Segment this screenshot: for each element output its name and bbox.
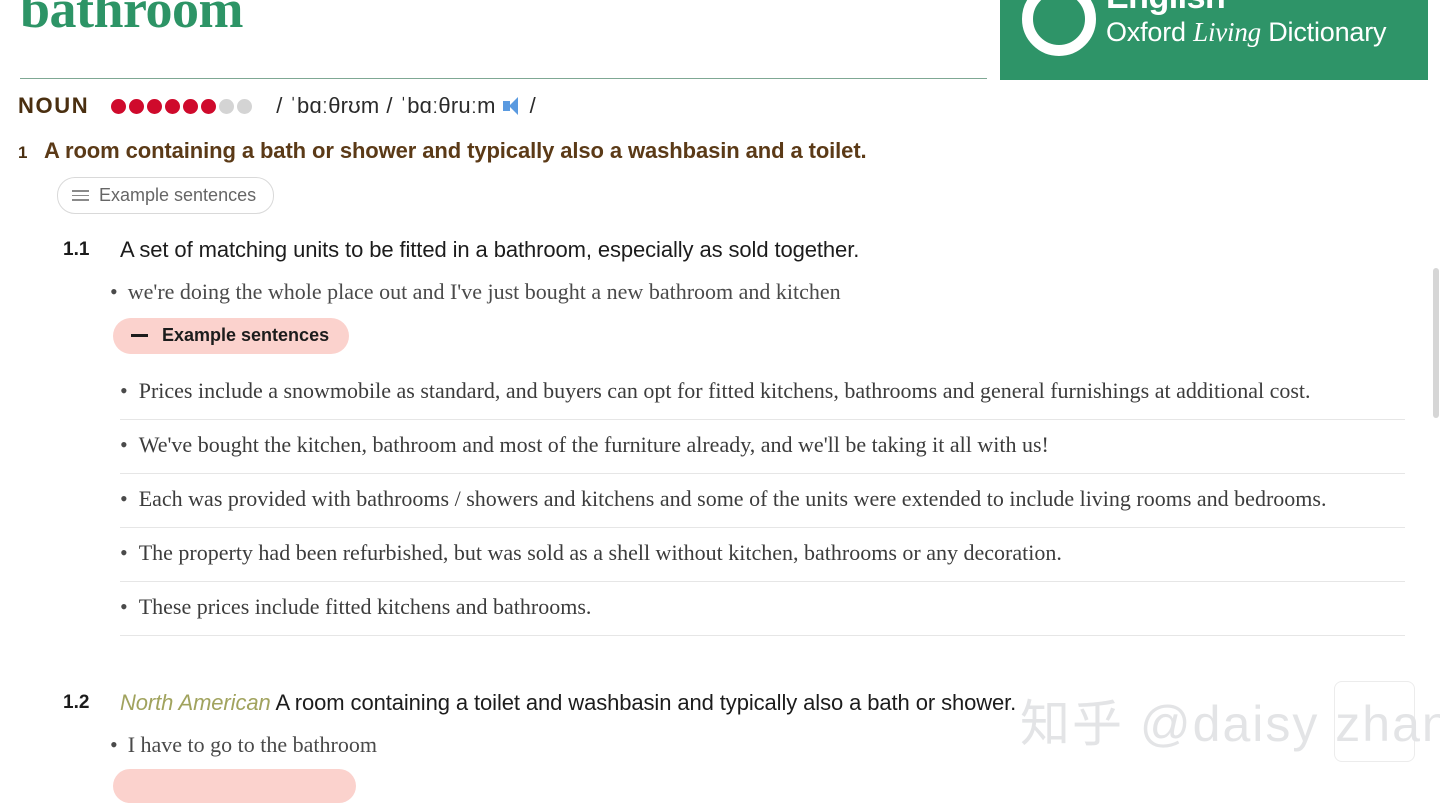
pronunciation-american: ˈbɑːθruːm bbox=[399, 93, 496, 118]
sense-1-block: 1 A room containing a bath or shower and… bbox=[0, 138, 1440, 214]
logo-dictionary-word: Dictionary bbox=[1260, 17, 1387, 47]
page-scrollbar-thumb[interactable] bbox=[1433, 268, 1439, 418]
pronunciation-british: ˈbɑːθrʊm bbox=[289, 93, 380, 118]
example-sentences-button-partial[interactable] bbox=[113, 769, 356, 803]
region-label: North American bbox=[120, 690, 271, 715]
frequency-dot bbox=[147, 98, 163, 114]
pronunciation-close-slash: / bbox=[529, 93, 536, 118]
sense-1-1-row: 1.1 A set of matching units to be fitted… bbox=[0, 237, 1440, 263]
example-sentence-text: Prices include a snowmobile as standard,… bbox=[138, 378, 1311, 403]
hamburger-icon bbox=[72, 190, 89, 201]
sense-1-2-block: 1.2 North American A room containing a t… bbox=[0, 690, 1440, 758]
frequency-dot-empty bbox=[219, 98, 235, 114]
list-item: • These prices include fitted kitchens a… bbox=[120, 582, 1405, 636]
bullet-glyph: • bbox=[110, 732, 118, 757]
sense-1-1-number: 1.1 bbox=[63, 239, 90, 260]
example-sentence-text: Each was provided with bathrooms / showe… bbox=[138, 486, 1327, 511]
oxford-dictionary-logo[interactable]: English Oxford Living Dictionary bbox=[1000, 0, 1428, 80]
example-sentences-button[interactable]: Example sentences bbox=[57, 177, 275, 214]
sense-1-1-inline-example-text: we're doing the whole place out and I've… bbox=[127, 279, 841, 304]
bullet-glyph: • bbox=[120, 378, 128, 403]
bullet-glyph: • bbox=[110, 279, 118, 304]
minus-icon bbox=[131, 334, 148, 337]
title-divider bbox=[20, 78, 987, 79]
bullet-glyph: • bbox=[120, 594, 128, 619]
sense-1-2-definition-text: A room containing a toilet and washbasin… bbox=[275, 690, 1017, 715]
pronunciation-open-slash: / bbox=[276, 93, 283, 118]
sense-1-2-definition: North American A room containing a toile… bbox=[120, 690, 1016, 716]
list-item: • Each was provided with bathrooms / sho… bbox=[120, 474, 1405, 528]
frequency-dot bbox=[129, 98, 145, 114]
frequency-indicator bbox=[111, 98, 253, 114]
sense-1-1-inline-example: • we're doing the whole place out and I'… bbox=[110, 279, 1440, 305]
example-sentences-expanded-button[interactable]: Example sentences bbox=[113, 318, 350, 354]
list-item: • Prices include a snowmobile as standar… bbox=[120, 366, 1405, 420]
list-item: • We've bought the kitchen, bathroom and… bbox=[120, 420, 1405, 474]
frequency-dot-empty bbox=[237, 98, 253, 114]
sense-1-1-definition: A set of matching units to be fitted in … bbox=[120, 237, 860, 262]
example-sentences-expanded-label: Example sentences bbox=[162, 325, 330, 345]
sense-1-2-inline-example-text: I have to go to the bathroom bbox=[127, 732, 377, 757]
sense-1-definition: A room containing a bath or shower and t… bbox=[44, 138, 867, 163]
part-of-speech-row: NOUN / ˈbɑːθrʊm / ˈbɑːθruːm / bbox=[0, 90, 536, 122]
part-of-speech-label: NOUN bbox=[18, 93, 90, 118]
bullet-glyph: • bbox=[120, 540, 128, 565]
example-sentence-text: The property had been refurbished, but w… bbox=[138, 540, 1062, 565]
sense-1-1-block: 1.1 A set of matching units to be fitted… bbox=[0, 237, 1440, 354]
example-sentence-text: These prices include fitted kitchens and… bbox=[138, 594, 592, 619]
page-scrollbar[interactable] bbox=[1432, 0, 1440, 781]
list-item: • The property had been refurbished, but… bbox=[120, 528, 1405, 582]
bullet-glyph: • bbox=[120, 486, 128, 511]
page-header: bathroom English Oxford Living Dictionar… bbox=[0, 0, 1440, 80]
pronunciation-group: / ˈbɑːθrʊm / ˈbɑːθruːm / bbox=[276, 93, 536, 119]
pronunciation-separator-slash: / bbox=[386, 93, 393, 118]
bullet-glyph: • bbox=[120, 432, 128, 457]
example-sentences-list: • Prices include a snowmobile as standar… bbox=[120, 366, 1405, 636]
sense-1-2-number: 1.2 bbox=[63, 692, 90, 713]
logo-oxford-word: Oxford bbox=[1106, 17, 1194, 47]
frequency-dot bbox=[183, 98, 199, 114]
speaker-icon[interactable] bbox=[502, 97, 523, 115]
logo-text-group: English Oxford Living Dictionary bbox=[1106, 0, 1386, 48]
logo-secondary-label: Oxford Living Dictionary bbox=[1106, 16, 1386, 48]
frequency-dot bbox=[165, 98, 181, 114]
sense-1-2-row: 1.2 North American A room containing a t… bbox=[0, 690, 1440, 716]
example-sentences-button-label: Example sentences bbox=[99, 185, 257, 205]
frequency-dot bbox=[201, 98, 217, 114]
oxford-ring-icon bbox=[1022, 0, 1096, 56]
example-sentence-text: We've bought the kitchen, bathroom and m… bbox=[138, 432, 1049, 457]
frequency-dot bbox=[111, 98, 127, 114]
speaker-icon-cone bbox=[508, 97, 518, 115]
logo-living-word: Living bbox=[1193, 17, 1261, 47]
watermark-box bbox=[1334, 681, 1415, 762]
logo-primary-label: English bbox=[1106, 0, 1386, 16]
sense-1-2-inline-example: • I have to go to the bathroom bbox=[110, 732, 1440, 758]
sense-1-row: 1 A room containing a bath or shower and… bbox=[0, 138, 1440, 164]
page-title: bathroom bbox=[20, 0, 244, 39]
sense-1-number: 1 bbox=[18, 143, 28, 162]
